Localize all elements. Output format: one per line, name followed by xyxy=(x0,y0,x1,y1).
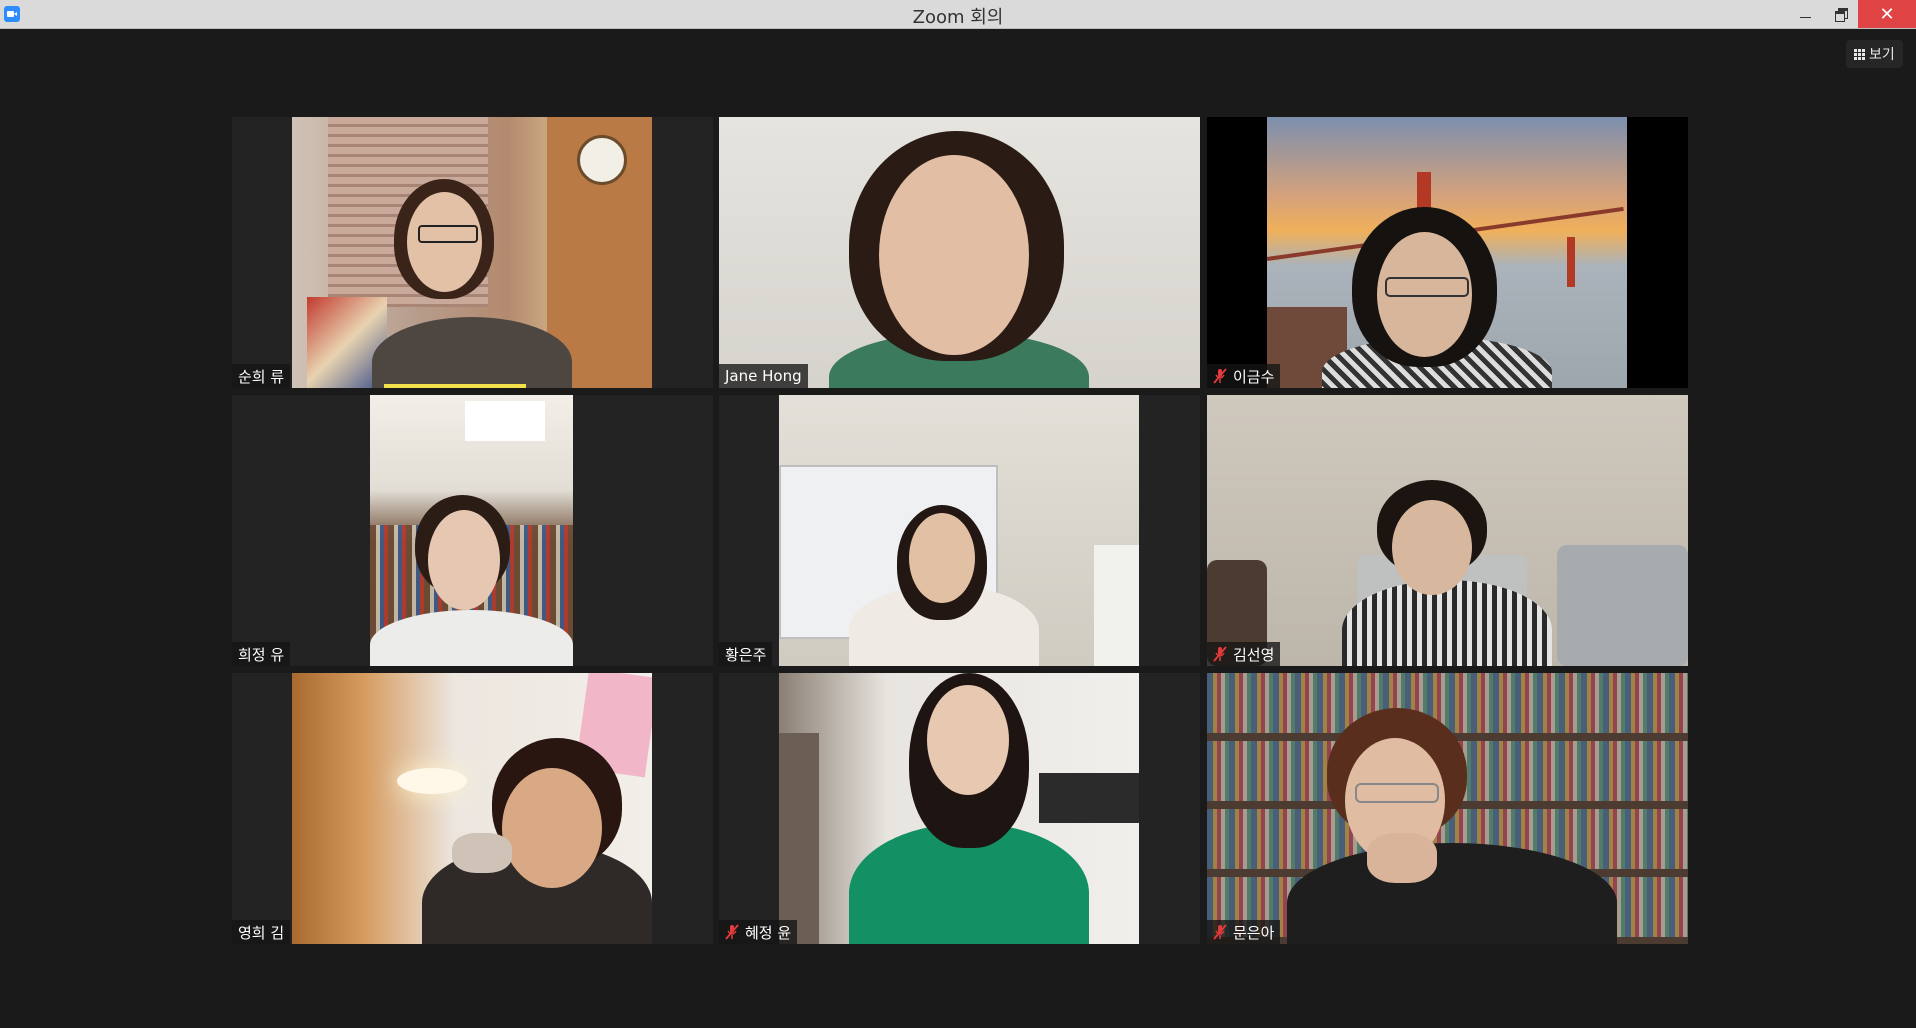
title-bar[interactable]: Zoom 회의 ✕ xyxy=(0,0,1916,29)
participant-tile[interactable]: 김선영 xyxy=(1207,395,1688,666)
minimize-icon xyxy=(1799,16,1811,18)
window-title: Zoom 회의 xyxy=(912,7,1004,28)
participant-name: 문은아 xyxy=(1233,923,1275,942)
participant-tile[interactable]: 순희 류 xyxy=(232,117,713,388)
participant-name-tag: 문은아 xyxy=(1207,920,1281,944)
participant-video xyxy=(1207,395,1688,666)
participant-name-tag: 김선영 xyxy=(1207,642,1281,666)
participant-name-tag: 이금수 xyxy=(1207,364,1281,388)
mic-muted-icon xyxy=(1213,646,1227,662)
glasses xyxy=(1385,277,1469,297)
participant-name: 영희 김 xyxy=(238,923,285,942)
restore-icon xyxy=(1835,8,1848,22)
participant-name-tag: 황은주 xyxy=(719,642,773,666)
participant-tile[interactable]: 황은주 xyxy=(719,395,1200,666)
maximize-button[interactable] xyxy=(1819,0,1863,28)
participant-video xyxy=(1207,673,1688,944)
participant-video xyxy=(370,395,573,666)
participant-name: 김선영 xyxy=(1233,645,1275,664)
participant-tile[interactable]: 혜정 윤 xyxy=(719,673,1200,944)
participant-tile[interactable]: Jane Hong xyxy=(719,117,1200,388)
close-icon: ✕ xyxy=(1879,3,1895,25)
participant-name: 희정 유 xyxy=(238,645,285,664)
gallery-view: 순희 류 Jane Hong 이금수 희정 유 황은주 김선영 영희 김 혜정 … xyxy=(232,117,1688,944)
glasses xyxy=(418,225,478,243)
grid-view-icon xyxy=(1854,48,1865,60)
participant-name: 황은주 xyxy=(725,645,767,664)
participant-name-tag: 희정 유 xyxy=(232,642,291,666)
participant-video xyxy=(779,395,1139,666)
participant-tile[interactable]: 이금수 xyxy=(1207,117,1688,388)
participant-name: 혜정 윤 xyxy=(745,923,792,942)
view-button-label: 보기 xyxy=(1869,47,1895,63)
view-button[interactable]: 보기 xyxy=(1846,40,1903,68)
participant-name-tag: Jane Hong xyxy=(719,364,808,388)
clock xyxy=(577,135,627,185)
participant-video xyxy=(719,117,1200,388)
active-speaker-indicator xyxy=(384,384,526,388)
participant-tile[interactable]: 희정 유 xyxy=(232,395,713,666)
participant-video xyxy=(779,673,1139,944)
participant-name-tag: 영희 김 xyxy=(232,920,291,944)
participant-video xyxy=(292,673,652,944)
mic-muted-icon xyxy=(725,924,739,940)
ceiling-light xyxy=(397,768,467,794)
zoom-window: Zoom 회의 ✕ 보기 순희 류 Jane Hong 이금수 희정 유 황은주… xyxy=(0,0,1916,1028)
participant-video xyxy=(1267,117,1627,388)
mic-muted-icon xyxy=(1213,924,1227,940)
participant-tile[interactable]: 문은아 xyxy=(1207,673,1688,944)
participant-name-tag: 혜정 윤 xyxy=(719,920,798,944)
participant-name-tag: 순희 류 xyxy=(232,364,291,388)
participant-tile[interactable]: 영희 김 xyxy=(232,673,713,944)
participant-video xyxy=(292,117,652,388)
glasses xyxy=(1355,783,1439,803)
participant-name: Jane Hong xyxy=(725,367,802,385)
close-button[interactable]: ✕ xyxy=(1858,0,1916,28)
mic-muted-icon xyxy=(1213,368,1227,384)
participant-name: 순희 류 xyxy=(238,367,285,386)
participant-name: 이금수 xyxy=(1233,367,1275,386)
